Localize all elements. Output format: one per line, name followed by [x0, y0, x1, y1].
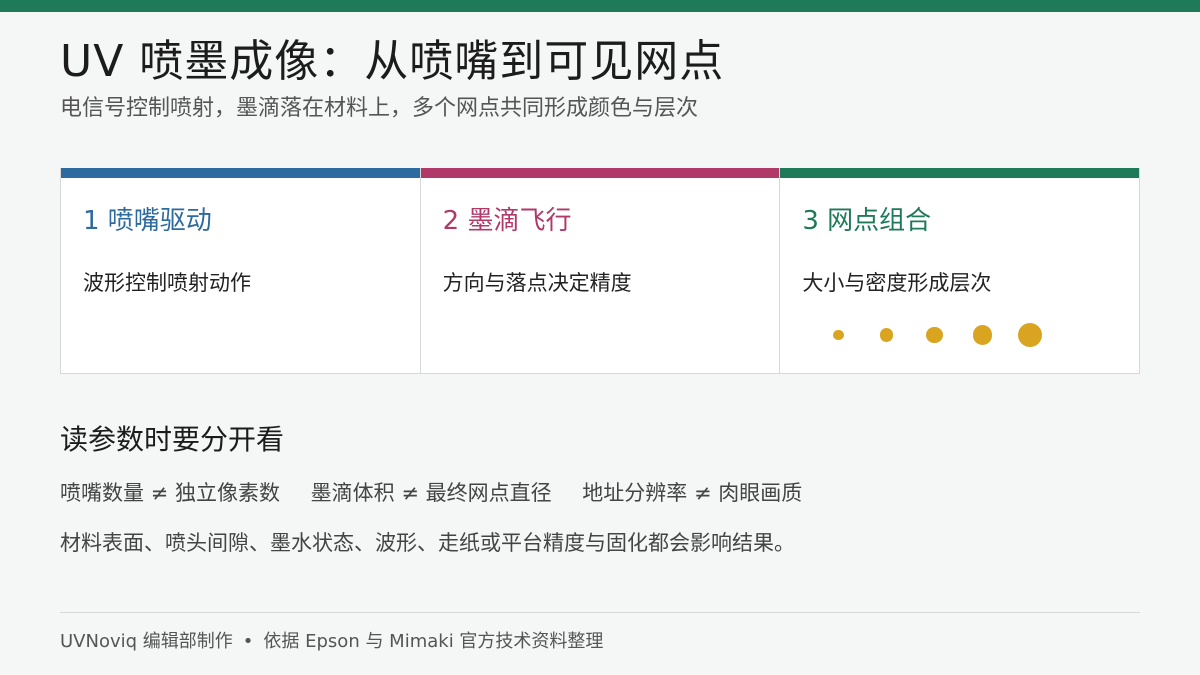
- card-title: 2 墨滴飞行: [442, 206, 572, 236]
- card-accent-bar: [61, 168, 420, 178]
- footer-source: 依据 Epson 与 Mimaki 官方技术资料整理: [263, 631, 604, 652]
- card-droplet-flight: 2 墨滴飞行 方向与落点决定精度: [420, 168, 781, 374]
- page-title: UV 喷墨成像：从喷嘴到可见网点: [60, 36, 725, 87]
- top-accent-bar: [0, 0, 1200, 12]
- comparison-item: 喷嘴数量 ≠ 独立像素数: [60, 481, 280, 505]
- comparison-row: 喷嘴数量 ≠ 独立像素数 墨滴体积 ≠ 最终网点直径 地址分辨率 ≠ 肉眼画质: [60, 478, 802, 508]
- card-accent-bar: [420, 168, 780, 178]
- comparison-item: 墨滴体积 ≠ 最终网点直径: [310, 481, 552, 505]
- process-cards: 1 喷嘴驱动 波形控制喷射动作 2 墨滴飞行 方向与落点决定精度 3 网点组合 …: [60, 168, 1141, 374]
- ink-dot: [879, 328, 893, 342]
- dot-size-illustration: [820, 320, 1080, 350]
- card-title: 3 网点组合: [802, 206, 932, 236]
- comparison-item: 地址分辨率 ≠ 肉眼画质: [582, 481, 803, 505]
- card-title: 1 喷嘴驱动: [83, 206, 212, 236]
- footer-credit: UVNoviq 编辑部制作: [60, 631, 233, 652]
- ink-dot: [925, 326, 943, 344]
- footer-separator: •: [242, 631, 254, 652]
- footer: UVNoviq 编辑部制作 • 依据 Epson 与 Mimaki 官方技术资料整理: [60, 628, 603, 656]
- ink-dot: [1018, 323, 1043, 347]
- footer-divider: [60, 612, 1140, 613]
- ink-dot: [832, 329, 844, 341]
- page-subtitle: 电信号控制喷射，墨滴落在材料上，多个网点共同形成颜色与层次: [60, 96, 699, 121]
- card-description: 波形控制喷射动作: [83, 271, 251, 295]
- card-nozzle-drive: 1 喷嘴驱动 波形控制喷射动作: [60, 168, 421, 374]
- section-title: 读参数时要分开看: [60, 423, 285, 456]
- card-description: 大小与密度形成层次: [802, 271, 992, 295]
- ink-dot: [972, 325, 992, 345]
- card-accent-bar: [780, 168, 1140, 178]
- card-description: 方向与落点决定精度: [442, 271, 632, 295]
- factors-note: 材料表面、喷头间隙、墨水状态、波形、走纸或平台精度与固化都会影响结果。: [60, 531, 795, 555]
- card-dot-combination: 3 网点组合 大小与密度形成层次: [780, 168, 1141, 374]
